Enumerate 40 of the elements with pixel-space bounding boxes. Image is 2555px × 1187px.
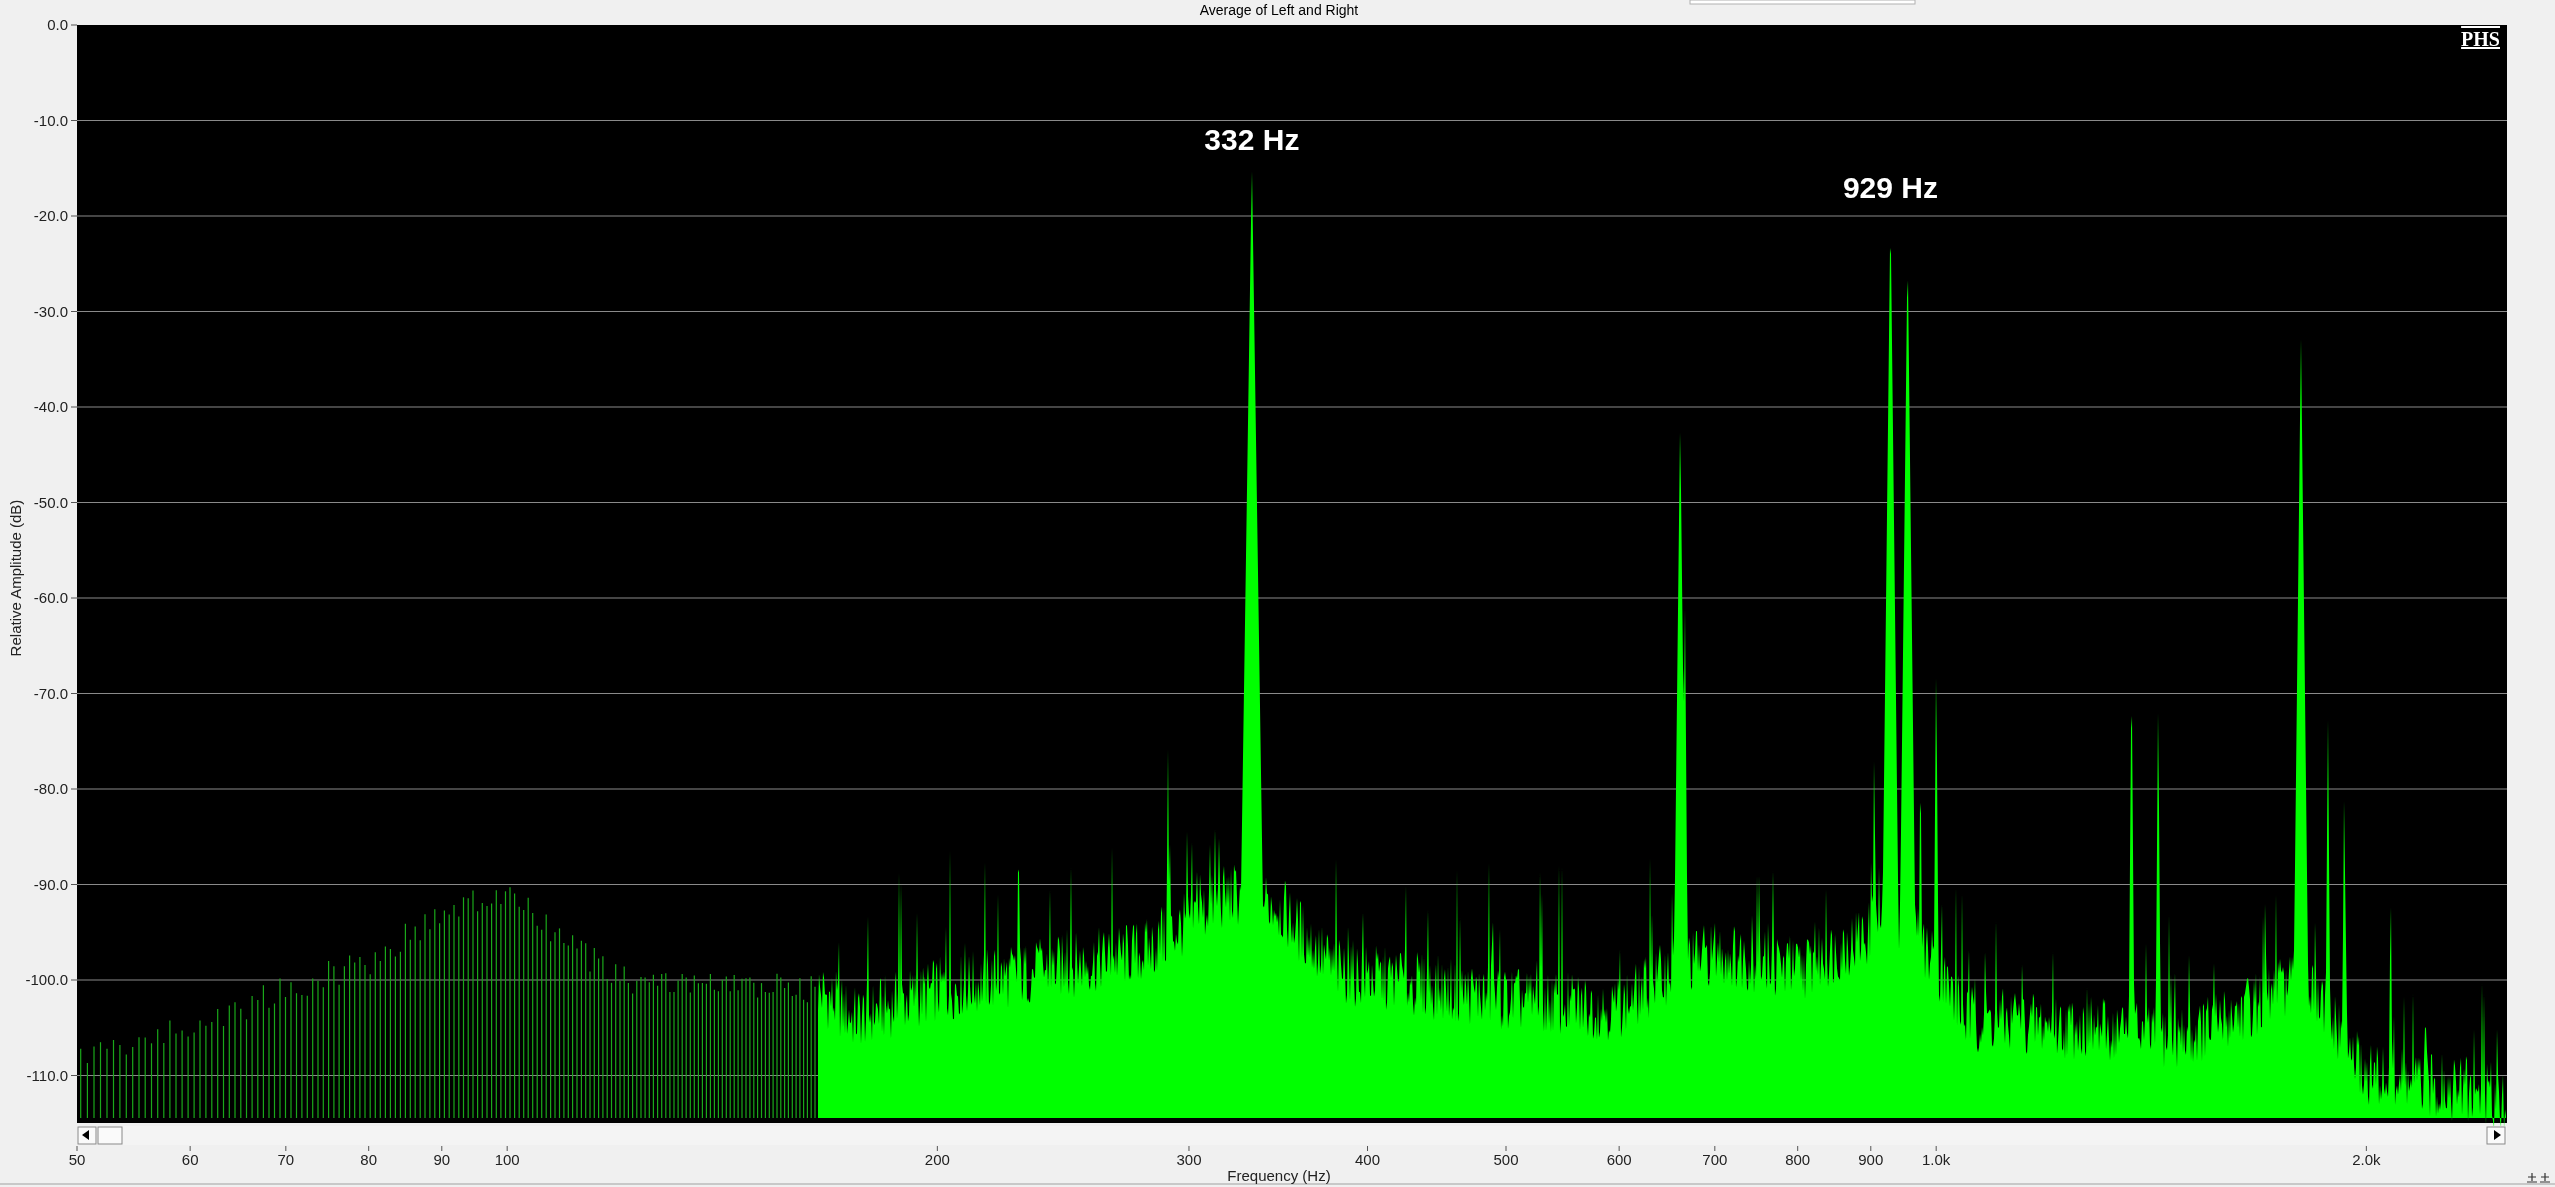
axis-tick-label: 900: [1858, 1151, 1884, 1168]
axis-tick-label: 80: [360, 1151, 378, 1168]
axis-tick-label: 500: [1493, 1151, 1519, 1168]
peak-label: 332 Hz: [1204, 123, 1300, 156]
zoom-icon[interactable]: [2526, 1172, 2538, 1183]
axis-tick-label: -100.0: [25, 971, 68, 988]
axis-tick-label: 400: [1355, 1151, 1381, 1168]
axis-tick-label: -40.0: [33, 398, 68, 415]
axis-tick-label: 300: [1176, 1151, 1202, 1168]
axis-title: Frequency (Hz): [1227, 1167, 1331, 1184]
axis-tick-label: 90: [433, 1151, 451, 1168]
axis-tick-label: 0.0: [47, 16, 68, 33]
axis-tick-label: 100: [494, 1151, 520, 1168]
axis-tick-label: -30.0: [33, 302, 68, 320]
axis-tick-label: -110.0: [26, 1066, 68, 1084]
logo: PHS: [2461, 28, 2500, 50]
axis-tick-label: 700: [1702, 1151, 1728, 1168]
axis-tick-label: 600: [1606, 1151, 1632, 1168]
axis-title: Relative Amplitude (dB): [7, 499, 24, 657]
right-arrow-icon: [2494, 1130, 2501, 1140]
axis-tick-label: -60.0: [33, 589, 68, 606]
scroll-thumb[interactable]: [97, 1126, 123, 1145]
axis-tick-label: -70.0: [33, 684, 68, 702]
axis-tick-label: 200: [924, 1151, 950, 1168]
axis-tick-label: 60: [181, 1151, 199, 1168]
peak-label: 929 Hz: [1842, 171, 1938, 204]
axis-tick-label: 70: [277, 1151, 295, 1168]
axis-tick-label: -10.0: [33, 111, 68, 129]
axis-tick-label: -90.0: [33, 875, 68, 893]
axis-tick-label: 1.0k: [1922, 1151, 1951, 1168]
left-arrow-icon: [82, 1130, 89, 1140]
axis-tick-label: 2.0k: [2352, 1151, 2381, 1168]
scroll-right-button[interactable]: [2486, 1126, 2506, 1145]
axis-tick-label: 800: [1785, 1151, 1811, 1168]
axis-tick-label: -20.0: [33, 207, 68, 224]
zoom-icon[interactable]: [2539, 1172, 2551, 1183]
axis-tick-label: -50.0: [33, 493, 68, 511]
axis-tick-label: 50: [68, 1151, 86, 1168]
axis-tick-label: -80.0: [33, 780, 68, 797]
chart-title: Average of Left and Right: [1199, 2, 1359, 18]
